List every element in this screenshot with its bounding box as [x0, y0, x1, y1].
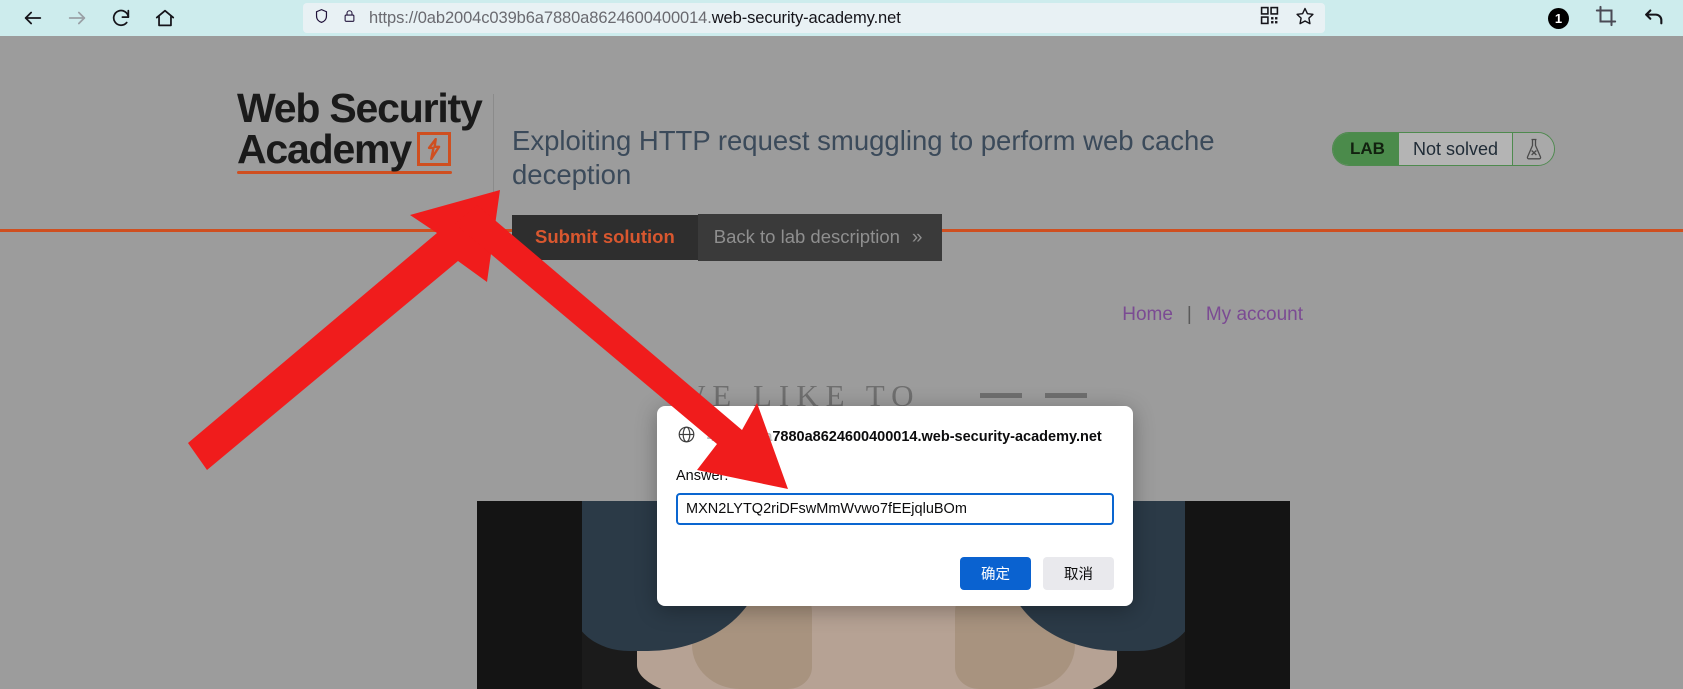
- url-text: https://0ab2004c039b6a7880a8624600400014…: [369, 9, 901, 28]
- address-bar-actions: [1260, 6, 1315, 31]
- answer-label: Answer:: [676, 468, 729, 484]
- url-domain: web-security-academy.net: [711, 8, 901, 27]
- dialog-header: 4c039b6a7880a8624600400014.web-security-…: [657, 406, 1133, 449]
- padlock-icon[interactable]: [342, 7, 357, 30]
- nav-separator: |: [1186, 304, 1192, 325]
- photo-edge-right: [1185, 501, 1290, 689]
- banner-bar-2: [1045, 393, 1087, 398]
- address-bar-icons: [313, 7, 357, 30]
- banner-bar-1: [980, 393, 1022, 398]
- back-to-lab-description-label: Back to lab description: [713, 226, 900, 248]
- academy-header: Web Security Academy Exploiting HTTP req…: [0, 36, 1683, 261]
- logo-line-1: Web Security: [237, 85, 483, 131]
- undo-arrow-icon[interactable]: [1643, 5, 1665, 32]
- shield-icon[interactable]: [313, 7, 330, 30]
- screen: https://0ab2004c039b6a7880a8624600400014…: [0, 0, 1683, 689]
- lab-action-row: Submit solution Back to lab description …: [512, 214, 943, 261]
- lab-tag: LAB: [1333, 133, 1399, 165]
- prompt-dialog: 4c039b6a7880a8624600400014.web-security-…: [657, 406, 1133, 606]
- confirm-button[interactable]: 确定: [960, 557, 1031, 590]
- logo-line-2: Academy: [237, 125, 412, 172]
- notification-badge[interactable]: 1: [1548, 7, 1569, 29]
- qr-code-icon[interactable]: [1260, 6, 1279, 30]
- url-scheme-host: https://0ab2004c039b6a7880a8624600400014…: [369, 8, 712, 27]
- nav-link-home[interactable]: Home: [1122, 304, 1173, 326]
- chevron-right-icon: »: [911, 227, 923, 248]
- address-bar[interactable]: https://0ab2004c039b6a7880a8624600400014…: [303, 3, 1325, 33]
- cancel-button[interactable]: 取消: [1043, 557, 1114, 590]
- back-arrow-icon[interactable]: [20, 5, 46, 31]
- lab-status-badge: Not solved: [1398, 133, 1512, 165]
- forward-arrow-icon[interactable]: [64, 5, 90, 31]
- home-icon[interactable]: [152, 5, 178, 31]
- globe-icon: [677, 425, 696, 449]
- lab-status-widget: LAB Not solved: [1332, 132, 1555, 166]
- toolbar-right-actions: 1: [1548, 0, 1665, 36]
- dialog-host-text: 4c039b6a7880a8624600400014.web-security-…: [707, 429, 1102, 445]
- page-title: Exploiting HTTP request smuggling to per…: [512, 125, 1215, 190]
- dialog-host-faded: 4c039b6a: [707, 429, 773, 445]
- header-divider: [493, 94, 494, 212]
- logo-row-2: Academy: [237, 125, 495, 172]
- star-bookmark-icon[interactable]: [1295, 6, 1315, 31]
- site-navigation: Home | My account: [1122, 304, 1303, 326]
- answer-input[interactable]: [676, 493, 1114, 525]
- dialog-actions: 确定 取消: [960, 557, 1114, 590]
- submit-solution-button[interactable]: Submit solution: [512, 215, 698, 260]
- dialog-body: Answer:: [657, 449, 1133, 525]
- photo-edge-left: [477, 501, 582, 689]
- back-to-lab-description-link[interactable]: Back to lab description »: [697, 214, 943, 261]
- lightning-bolt-icon: [416, 132, 451, 167]
- page-content: Web Security Academy Exploiting HTTP req…: [0, 36, 1683, 689]
- crop-screenshot-icon[interactable]: [1595, 5, 1617, 32]
- academy-logo[interactable]: Web Security Academy: [237, 85, 495, 175]
- navigation-buttons: [0, 5, 178, 31]
- reload-icon[interactable]: [108, 5, 134, 31]
- logo-underline: [237, 171, 452, 175]
- dialog-host-bold: 7880a8624600400014.web-security-academy.…: [772, 429, 1102, 445]
- browser-toolbar: https://0ab2004c039b6a7880a8624600400014…: [0, 0, 1683, 36]
- flask-icon[interactable]: [1512, 133, 1554, 165]
- nav-link-my-account[interactable]: My account: [1206, 304, 1303, 326]
